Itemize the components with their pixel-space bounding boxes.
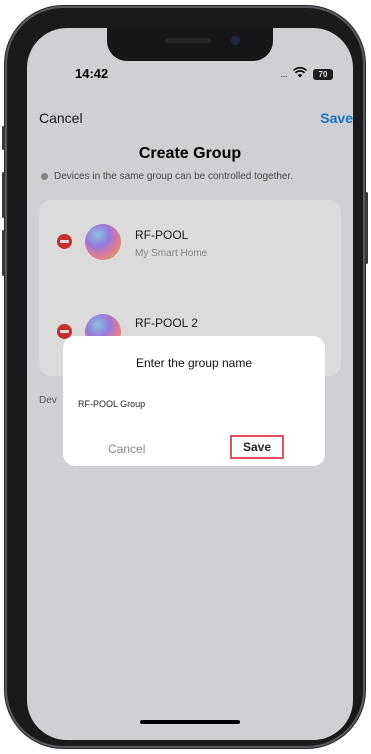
phone-frame: 14:42 .... 70 Cancel Save Create Group D… xyxy=(2,6,368,748)
group-name-dialog: Enter the group name Cancel Save xyxy=(63,336,325,466)
home-indicator[interactable] xyxy=(140,720,240,724)
side-button-volume-down xyxy=(2,230,5,276)
phone-screen: 14:42 .... 70 Cancel Save Create Group D… xyxy=(27,28,353,740)
side-button-volume-up xyxy=(2,172,5,218)
side-button-silent xyxy=(2,126,5,150)
group-name-input[interactable] xyxy=(78,396,308,412)
dialog-cancel-button[interactable]: Cancel xyxy=(108,442,145,456)
side-button-power xyxy=(365,192,368,264)
dialog-title: Enter the group name xyxy=(135,356,253,370)
dialog-save-button[interactable]: Save xyxy=(230,435,284,459)
